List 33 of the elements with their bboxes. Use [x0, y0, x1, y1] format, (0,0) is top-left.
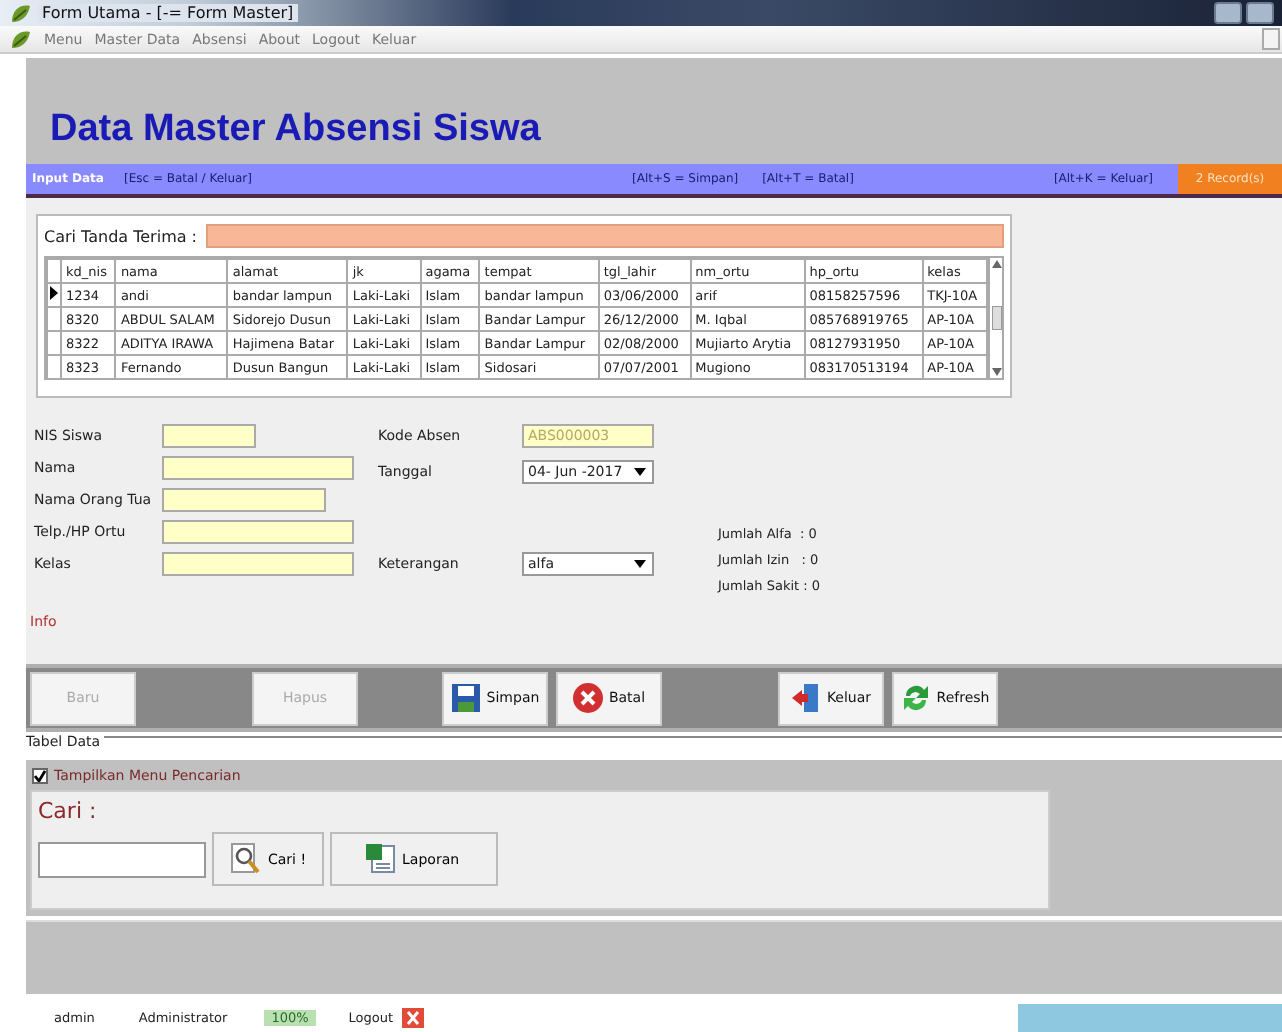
- input-field[interactable]: [162, 487, 326, 511]
- input-field[interactable]: [162, 455, 354, 479]
- search-label: Cari :: [38, 798, 99, 824]
- search-field[interactable]: [205, 224, 1004, 248]
- input-field[interactable]: [162, 551, 354, 575]
- search-icon: [230, 841, 262, 877]
- door-exit-icon: [790, 682, 823, 714]
- down-arrow-icon: [991, 368, 1001, 376]
- input-field[interactable]: [162, 519, 354, 543]
- input-field[interactable]: [162, 423, 256, 447]
- leaf-icon: [8, 27, 32, 51]
- page-title: Data Master Absensi Siswa: [50, 108, 541, 152]
- window-title: Form Utama - [-= Form Master]: [38, 4, 298, 22]
- minimize-button[interactable]: [1262, 28, 1280, 50]
- refresh-icon: [900, 682, 933, 714]
- leaf-icon: [8, 1, 32, 25]
- cancel-icon: [572, 682, 605, 714]
- scroll-thumb-icon: [991, 306, 1001, 330]
- group-title: Tabel Data: [26, 734, 105, 750]
- checkmark-icon: [34, 769, 46, 781]
- dropdown-icon: [634, 467, 646, 475]
- spreadsheet-icon: [364, 841, 397, 877]
- row-header[interactable]: [47, 283, 61, 307]
- checkbox-box[interactable]: [32, 767, 48, 783]
- up-arrow-icon: [991, 260, 1001, 268]
- minimize-button[interactable]: [1214, 2, 1242, 24]
- search-label: Cari Tanda Terima :: [44, 227, 197, 245]
- maximize-button[interactable]: [1246, 2, 1274, 24]
- dropdown-icon: [634, 559, 646, 567]
- scrollbar[interactable]: [988, 258, 1002, 378]
- close-icon: [401, 1008, 424, 1028]
- search-field[interactable]: [38, 841, 206, 877]
- row-pointer-icon: [50, 286, 58, 300]
